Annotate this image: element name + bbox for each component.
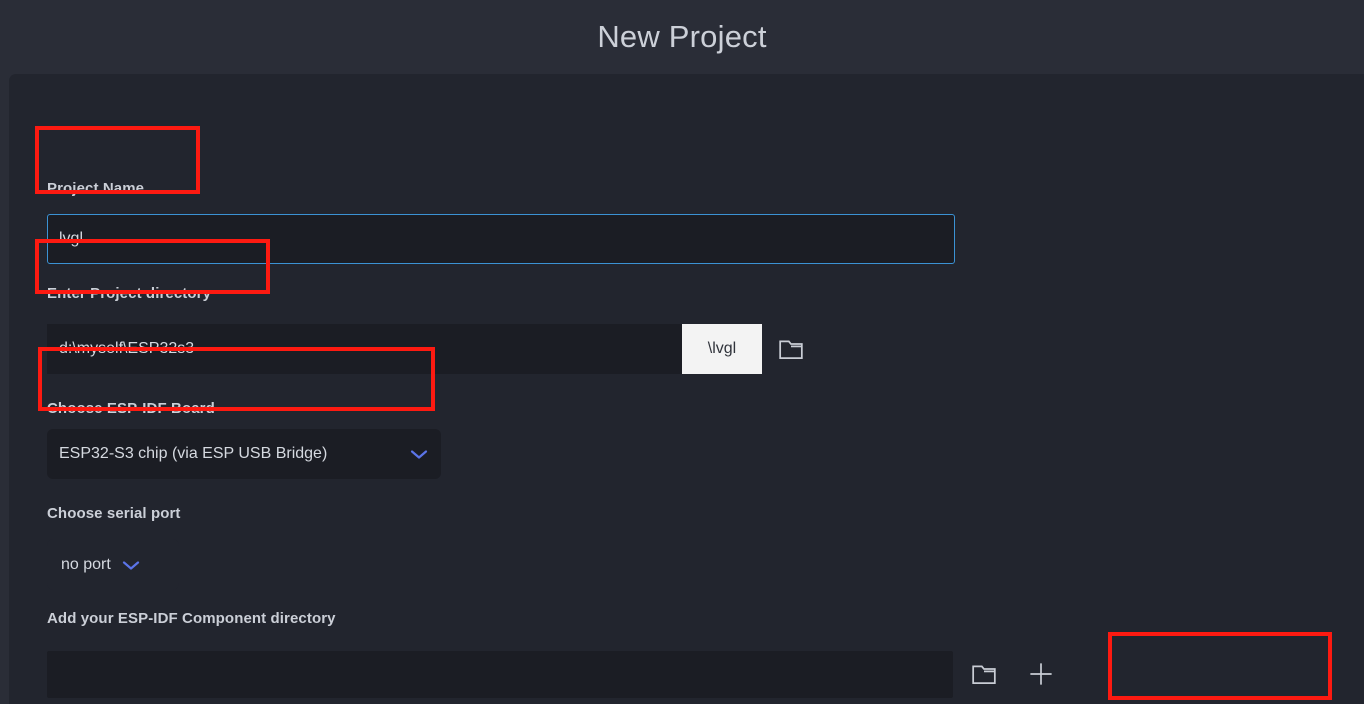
board-select[interactable]: ESP32-S3 chip (via ESP USB Bridge) xyxy=(47,429,441,479)
serial-port-select[interactable]: no port xyxy=(47,539,179,590)
board-selected-value: ESP32-S3 chip (via ESP USB Bridge) xyxy=(59,445,328,462)
project-directory-input[interactable] xyxy=(47,324,682,374)
project-name-input[interactable] xyxy=(47,214,955,264)
left-gutter xyxy=(0,74,9,704)
project-directory-suffix: \lvgl xyxy=(682,324,762,374)
chevron-down-icon xyxy=(121,558,141,572)
component-directory-input[interactable] xyxy=(47,651,953,698)
project-directory-label: Enter Project directory xyxy=(47,285,212,302)
serial-port-selected-value: no port xyxy=(61,555,111,573)
component-directory-label: Add your ESP-IDF Component directory xyxy=(47,610,336,627)
chevron-down-icon xyxy=(409,447,429,461)
folder-open-icon[interactable] xyxy=(971,662,997,686)
serial-port-label: Choose serial port xyxy=(47,505,181,522)
page-title: New Project xyxy=(597,19,767,54)
new-project-form-panel: Project Name Enter Project directory \lv… xyxy=(9,74,1364,704)
board-label: Choose ESP-IDF Board xyxy=(47,400,215,417)
plus-icon[interactable] xyxy=(1027,660,1055,688)
dialog-header: New Project xyxy=(0,0,1364,74)
folder-open-icon[interactable] xyxy=(778,337,804,361)
project-name-label: Project Name xyxy=(47,180,145,197)
